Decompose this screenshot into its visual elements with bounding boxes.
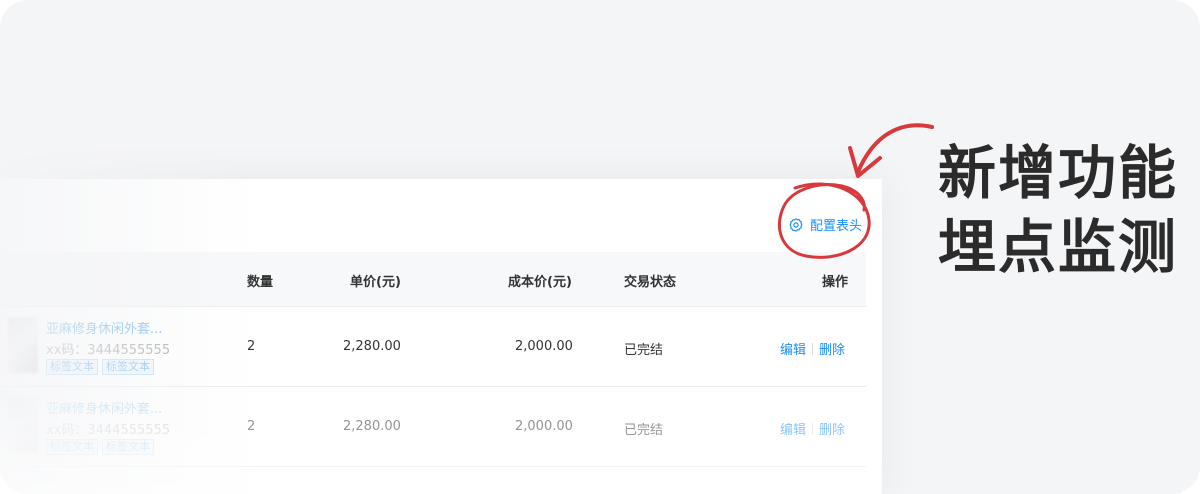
edit-link[interactable]: 编辑 (780, 419, 806, 438)
tag: 标签文本 (102, 439, 154, 455)
delete-link[interactable]: 删除 (819, 339, 845, 358)
col-quantity: 数量 (247, 275, 274, 290)
table-row: 亚麻修身休闲外套... xx码：3444555555 标签文本 标签文本 2 2… (0, 387, 866, 467)
col-unit-price: 单价(元) (350, 275, 401, 290)
divider (812, 342, 814, 355)
product-thumbnail (8, 317, 38, 373)
product-code: xx码：3444555555 (46, 423, 171, 438)
col-cost-price: 成本价(元) (508, 275, 572, 290)
quantity-value: 2 (247, 419, 256, 434)
config-header-label: 配置表头 (810, 219, 863, 234)
tag: 标签文本 (46, 439, 98, 455)
headline-line-1: 新增功能 (938, 139, 1179, 207)
row-actions: 编辑 删除 (780, 339, 845, 358)
product-name[interactable]: 亚麻修身休闲外套... (46, 398, 162, 417)
quantity-value: 2 (247, 339, 256, 354)
edit-link[interactable]: 编辑 (780, 339, 806, 358)
config-header-button[interactable]: 配置表头 (788, 215, 862, 234)
product-tags: 标签文本 标签文本 (46, 359, 154, 375)
table-header: 数量 单价(元) 成本价(元) 交易状态 操作 (0, 252, 866, 307)
gear-icon (789, 217, 803, 232)
headline-line-2: 埋点监测 (938, 213, 1179, 281)
product-tags: 标签文本 标签文本 (46, 439, 154, 455)
tag: 标签文本 (46, 359, 98, 375)
cost-price-value: 2,000.00 (515, 419, 573, 434)
tag: 标签文本 (102, 359, 154, 375)
divider (812, 422, 814, 435)
cost-price-value: 2,000.00 (515, 339, 573, 354)
trade-status-value: 已完结 (624, 343, 664, 358)
trade-status-value: 已完结 (624, 423, 664, 438)
col-actions: 操作 (822, 275, 849, 290)
unit-price-value: 2,280.00 (343, 419, 401, 434)
col-trade-status: 交易状态 (624, 275, 677, 290)
promo-canvas: 配置表头 数量 单价(元) 成本价(元) 交易状态 操作 亚麻修身休闲外套...… (0, 0, 1200, 494)
delete-link[interactable]: 删除 (819, 419, 845, 438)
table-row: 亚麻修身休闲外套... xx码：3444555555 标签文本 标签文本 2 2… (0, 307, 866, 387)
unit-price-value: 2,280.00 (343, 339, 401, 354)
product-name[interactable]: 亚麻修身休闲外套... (46, 318, 162, 337)
feature-headline: 新增功能 埋点监测 (938, 136, 1178, 284)
product-thumbnail (8, 397, 38, 453)
product-code: xx码：3444555555 (46, 343, 171, 358)
arrow-icon (856, 123, 934, 174)
row-actions: 编辑 删除 (780, 419, 845, 438)
